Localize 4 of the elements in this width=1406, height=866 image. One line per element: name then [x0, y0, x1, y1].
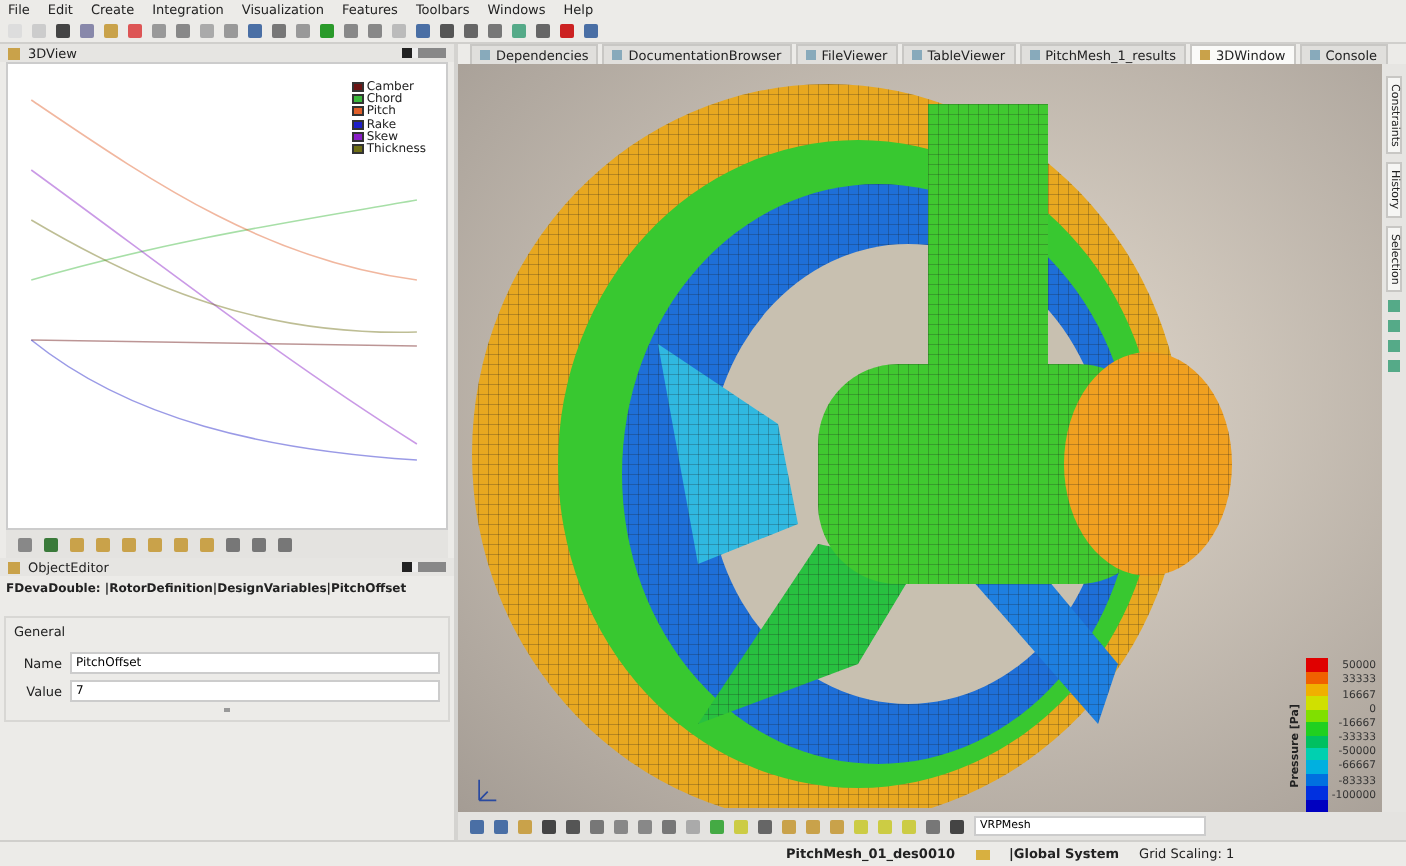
axis-triad-icon — [474, 776, 498, 804]
expand-handle-icon[interactable] — [224, 708, 230, 712]
panel-buttons-icon[interactable] — [402, 562, 446, 572]
panel-buttons-icon[interactable] — [402, 48, 446, 58]
